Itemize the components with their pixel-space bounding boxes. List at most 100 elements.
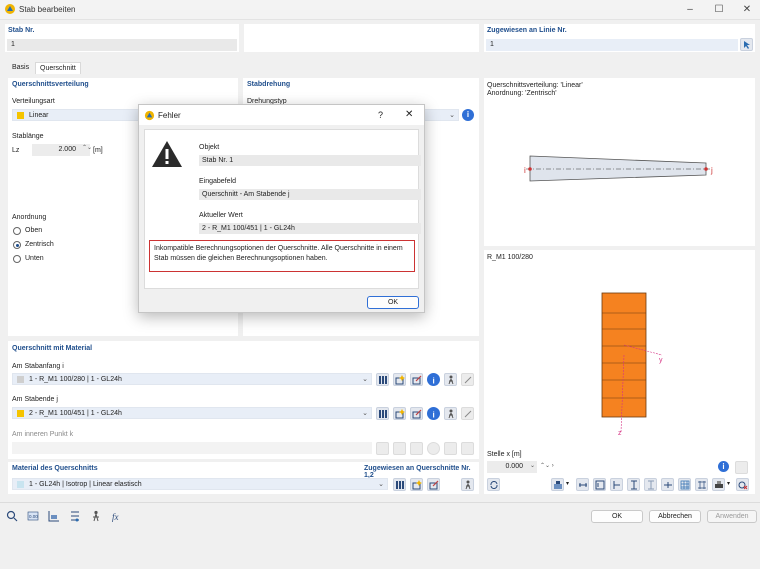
chevron-down-icon: ⌄ <box>362 376 368 383</box>
member-length-label: Stablänge <box>12 133 44 140</box>
end-section-value: 2 - R_M1 100/451 | 1 - GL24h <box>29 410 122 417</box>
grid-icon[interactable] <box>678 478 691 491</box>
axis-icon[interactable] <box>610 478 623 491</box>
frame-icon[interactable] <box>593 478 606 491</box>
sync-icon[interactable] <box>487 478 500 491</box>
centroid-icon[interactable] <box>627 478 640 491</box>
search-icon[interactable] <box>5 509 18 522</box>
material-select[interactable]: 1 - GL24h | Isotrop | Linear elastisch ⌄ <box>12 478 388 490</box>
dimension-icon[interactable] <box>576 478 589 491</box>
library-icon[interactable] <box>376 407 389 420</box>
radio-unten[interactable] <box>13 255 21 263</box>
calculation-icon[interactable] <box>89 509 102 522</box>
location-spinner-icon[interactable]: ⌃⌄ › <box>540 462 554 469</box>
new-material-icon[interactable] <box>410 478 423 491</box>
window-title: Stab bearbeiten <box>19 5 76 14</box>
section-info-icon[interactable]: i <box>427 373 440 386</box>
assigned-line-field[interactable]: 1 <box>486 39 738 51</box>
pick-icon[interactable] <box>461 373 474 386</box>
member-number-field[interactable]: 1 <box>7 39 237 51</box>
object-label: Objekt <box>199 144 220 151</box>
view-dropdown-icon[interactable]: ▾ <box>566 480 569 487</box>
section-material-heading: Querschnitt mit Material <box>12 345 93 352</box>
material-swatch-icon <box>17 481 24 488</box>
info-icon[interactable]: i <box>718 461 729 472</box>
new-section-icon <box>393 442 406 455</box>
distribution-heading: Querschnittsverteilung <box>12 81 89 88</box>
lz-spinner-icon[interactable]: ⌃⌄ <box>82 144 92 151</box>
tapered-member-diagram <box>526 155 710 182</box>
view-options-icon[interactable] <box>551 478 564 491</box>
section-swatch-icon <box>17 410 24 417</box>
ok-button[interactable]: OK <box>591 510 643 523</box>
end-section-select[interactable]: 2 - R_M1 100/451 | 1 - GL24h ⌄ <box>12 407 372 419</box>
y-axis-label: y <box>659 357 663 364</box>
section-preview: R_M1 100/280 y z <box>484 250 755 446</box>
current-value: 2 - R_M1 100/451 | 1 - GL24h <box>199 223 421 234</box>
input-field-value: Querschnitt - Am Stabende j <box>199 189 421 200</box>
chevron-down-icon: ⌄ <box>449 112 455 119</box>
tab-querschnitt[interactable]: Querschnitt <box>35 62 81 74</box>
distribution-preview: Querschnittsverteilung: 'Linear' Anordnu… <box>484 78 755 246</box>
new-section-icon[interactable] <box>393 407 406 420</box>
print-icon[interactable] <box>712 478 725 491</box>
location-dropdown-icon[interactable]: ⌄ <box>530 462 535 469</box>
library-icon[interactable] <box>376 373 389 386</box>
radio-zentrisch[interactable] <box>13 241 21 249</box>
material-panel: Material des Querschnitts Zugewiesen an … <box>8 462 479 494</box>
radio-unten-label: Unten <box>25 255 44 262</box>
material-library-icon[interactable] <box>393 478 406 491</box>
inner-point-select <box>12 442 372 454</box>
select-line-icon[interactable] <box>740 38 753 51</box>
distribution-type-label: Verteilungsart <box>12 98 55 105</box>
material-run-icon[interactable] <box>461 478 474 491</box>
print-dropdown-icon[interactable]: ▾ <box>727 480 730 487</box>
maximize-icon[interactable]: ☐ <box>712 3 726 17</box>
apply-button[interactable]: Anwenden <box>707 510 757 523</box>
section-preview-title: R_M1 100/280 <box>487 254 533 261</box>
pick-icon[interactable] <box>735 461 748 474</box>
units-icon[interactable]: 0.00 <box>26 509 39 522</box>
dimension-lines-icon[interactable] <box>695 478 708 491</box>
radio-oben[interactable] <box>13 227 21 235</box>
edit-section-icon[interactable] <box>410 373 423 386</box>
radio-zentrisch-label: Zentrisch <box>25 241 54 248</box>
close-icon[interactable]: ✕ <box>405 109 413 120</box>
current-value-label: Aktueller Wert <box>199 212 243 219</box>
edit-material-icon[interactable] <box>427 478 440 491</box>
new-section-icon[interactable] <box>393 373 406 386</box>
object-value: Stab Nr. 1 <box>199 155 421 166</box>
radio-oben-label: Oben <box>25 227 43 234</box>
app-icon <box>144 110 155 121</box>
formula-icon[interactable]: fx <box>110 509 123 522</box>
error-ok-button[interactable]: OK <box>367 296 419 309</box>
table-icon[interactable] <box>47 509 60 522</box>
settings-icon[interactable] <box>736 478 749 491</box>
run-icon <box>444 442 457 455</box>
end-section-label: Am Stabende j <box>12 396 58 403</box>
assigned-line-label: Zugewiesen an Linie Nr. <box>487 27 567 34</box>
preview-distribution-text: Querschnittsverteilung: 'Linear' <box>487 82 583 89</box>
svg-text:i: i <box>433 377 435 386</box>
run-icon[interactable] <box>444 407 457 420</box>
edit-section-icon <box>410 442 423 455</box>
member-number-panel: Stab Nr. 1 <box>5 24 239 52</box>
info-icon[interactable]: i <box>462 109 474 121</box>
parameters-icon[interactable] <box>68 509 81 522</box>
stress-point-icon[interactable] <box>661 478 674 491</box>
minimize-icon[interactable]: – <box>683 3 697 17</box>
lz-unit: [m] <box>93 147 103 154</box>
help-icon[interactable]: ? <box>378 110 383 120</box>
error-dialog: Fehler ? ✕ Objekt Stab Nr. 1 Eingabefeld… <box>138 104 425 313</box>
pick-icon[interactable] <box>461 407 474 420</box>
edit-section-icon[interactable] <box>410 407 423 420</box>
cancel-button[interactable]: Abbrechen <box>649 510 701 523</box>
tab-basis[interactable]: Basis <box>8 62 33 74</box>
run-icon[interactable] <box>444 373 457 386</box>
start-section-select[interactable]: 1 - R_M1 100/280 | 1 - GL24h ⌄ <box>12 373 372 385</box>
close-icon[interactable]: ✕ <box>740 3 754 17</box>
material-heading: Material des Querschnitts <box>12 465 98 472</box>
title-bar: Stab bearbeiten – ☐ ✕ <box>0 0 760 20</box>
section-info-icon[interactable]: i <box>427 407 440 420</box>
shear-center-icon[interactable] <box>644 478 657 491</box>
